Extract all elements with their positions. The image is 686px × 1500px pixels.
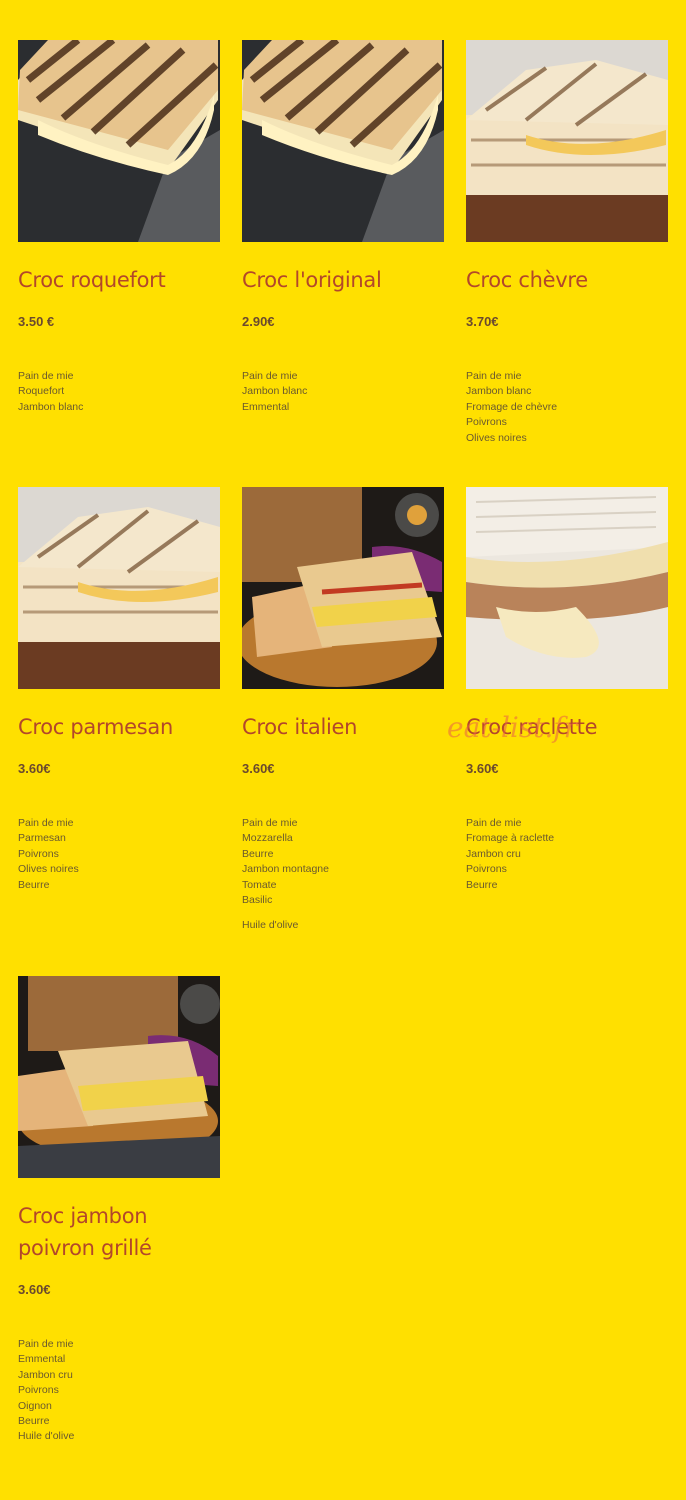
product-card[interactable]: Croc parmesan 3.60€ Pain de mie Parmesan… <box>18 487 220 976</box>
product-price: 3.50 € <box>18 314 55 329</box>
ingredient: Poivrons <box>466 863 507 876</box>
product-price: 3.60€ <box>18 761 51 776</box>
ingredient: Emmental <box>18 1353 66 1366</box>
product-photo[interactable] <box>466 40 668 242</box>
ingredient: Beurre <box>18 1415 50 1428</box>
ingredient: Pain de mie <box>466 817 522 829</box>
product-card[interactable]: Croc roquefort 3.50 € Pain de mie Roquef… <box>18 40 220 487</box>
ingredient: Tomate <box>242 878 277 891</box>
ingredient: Jambon blanc <box>242 385 308 398</box>
ingredient: Jambon blanc <box>466 385 532 398</box>
product-photo[interactable] <box>18 487 220 689</box>
product-title: Croc parmesan <box>18 715 173 739</box>
product-card[interactable]: Croc chèvre 3.70€ Pain de mie Jambon bla… <box>466 40 668 487</box>
ingredient: Beurre <box>18 878 50 891</box>
product-title: Croc l'original <box>242 268 382 292</box>
ingredient: Jambon montagne <box>242 863 329 876</box>
ingredient: Jambon blanc <box>18 400 84 413</box>
ingredient: Basilic <box>242 894 273 907</box>
ingredient: Pain de mie <box>18 1338 74 1350</box>
product-price: 3.60€ <box>242 761 275 776</box>
ingredient: Pain de mie <box>242 817 298 829</box>
ingredient: Pain de mie <box>18 817 74 829</box>
ingredient: Pain de mie <box>242 370 298 382</box>
ingredient: Huile d'olive <box>18 1430 75 1443</box>
ingredient: Poivrons <box>18 847 59 860</box>
product-grid: Croc roquefort 3.50 € Pain de mie Roquef… <box>18 40 668 1445</box>
product-title: Croc jambon poivron grillé <box>18 1204 152 1260</box>
product-card[interactable]: Croc jambon poivron grillé 3.60€ Pain de… <box>18 976 220 1445</box>
ingredient: Pain de mie <box>18 370 74 382</box>
product-title: Croc roquefort <box>18 268 166 292</box>
ingredient: Poivrons <box>18 1384 59 1397</box>
product-photo[interactable] <box>18 976 220 1178</box>
product-photo[interactable] <box>242 487 444 689</box>
product-title: Croc italien <box>242 715 358 739</box>
ingredient-list: Pain de mie Parmesan Poivrons Olives noi… <box>18 816 220 893</box>
ingredient-list: Pain de mie Fromage à raclette Jambon cr… <box>466 816 668 893</box>
ingredient-list: Pain de mie Jambon blanc Fromage de chèv… <box>466 369 668 446</box>
product-price: 2.90€ <box>242 314 275 329</box>
product-photo[interactable] <box>18 40 220 242</box>
product-price: 3.70€ <box>466 314 499 329</box>
product-card[interactable]: Croc l'original 2.90€ Pain de mie Jambon… <box>242 40 444 487</box>
product-card[interactable]: Croc raclette 3.60€ Pain de mie Fromage … <box>466 487 668 976</box>
ingredient: Emmental <box>242 400 290 413</box>
ingredient-list: Pain de mie Roquefort Jambon blanc <box>18 369 220 415</box>
ingredient: Fromage de chèvre <box>466 400 558 413</box>
ingredient-list: Pain de mie Emmental Jambon cru Poivrons… <box>18 1337 220 1445</box>
ingredient: Pain de mie <box>466 370 522 382</box>
ingredient: Roquefort <box>18 385 65 398</box>
ingredient: Parmesan <box>18 832 66 845</box>
product-title: Croc chèvre <box>466 268 588 292</box>
ingredient: Jambon cru <box>466 847 521 860</box>
ingredient-list: Pain de mie Mozzarella Beurre Jambon mon… <box>242 816 444 908</box>
product-price: 3.60€ <box>466 761 499 776</box>
ingredient: Beurre <box>242 847 274 860</box>
product-card[interactable]: Croc italien 3.60€ Pain de mie Mozzarell… <box>242 487 444 976</box>
ingredient-list: Pain de mie Jambon blanc Emmental <box>242 369 444 415</box>
product-photo[interactable] <box>466 487 668 689</box>
ingredient: Beurre <box>466 878 498 891</box>
ingredient: Poivrons <box>466 416 507 429</box>
ingredient: Mozzarella <box>242 832 293 845</box>
ingredient: Olives noires <box>18 863 79 876</box>
ingredient: Fromage à raclette <box>466 832 555 845</box>
ingredient: Jambon cru <box>18 1368 73 1381</box>
product-price: 3.60€ <box>18 1282 51 1297</box>
product-title: Croc raclette <box>466 715 598 739</box>
ingredient: Oignon <box>18 1399 52 1412</box>
ingredient: Olives noires <box>466 431 527 444</box>
ingredient-extra: Huile d'olive <box>242 919 299 932</box>
product-photo[interactable] <box>242 40 444 242</box>
